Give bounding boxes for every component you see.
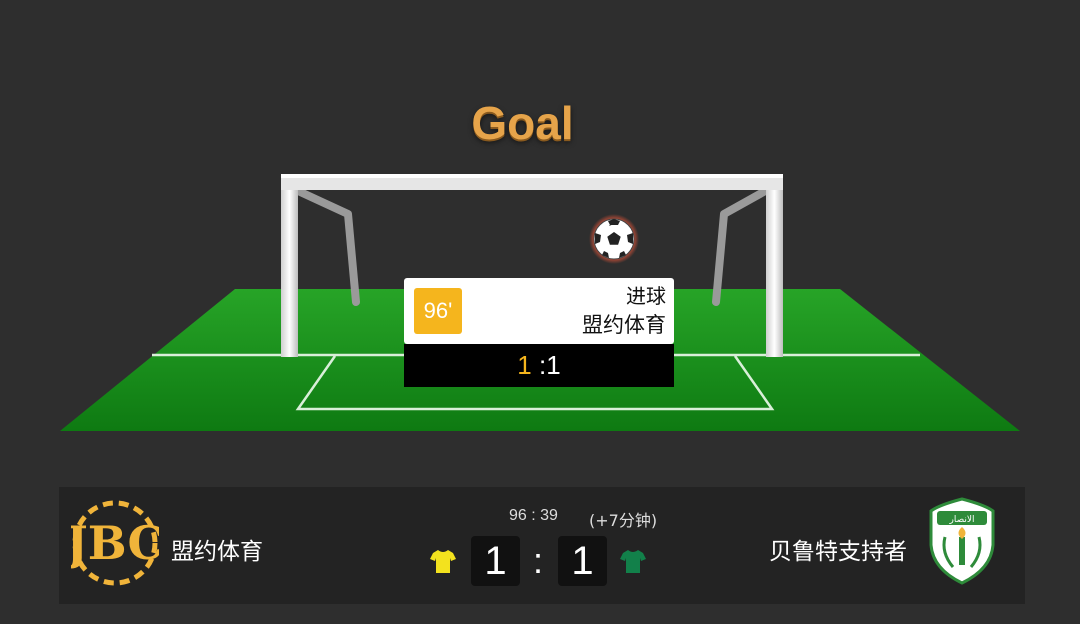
away-jersey-icon [620,550,646,573]
event-type-label: 进球 [626,284,666,308]
home-team-name: 盟约体育 [171,539,263,565]
goal-right-post [766,175,783,357]
home-jersey-icon [430,550,456,573]
event-home-score: 1 [517,350,532,380]
event-score-bar: 1 :1 [404,344,674,387]
scoreboard: JBC 盟约体育 96 : 39 (+7分钟) 1 : 1 贝鲁特支持者 الا… [59,487,1025,604]
match-clock: 96 : 39 [509,507,558,524]
home-team-logo: JBC [71,500,159,586]
goal-left-post [281,175,298,357]
score-separator: : [532,540,543,581]
pitch-and-goal [60,174,1020,431]
goal-animation-scene [0,0,1080,480]
goal-back-left [292,186,360,306]
home-score: 1 [471,536,520,586]
away-logo-text: الانصار [948,515,974,525]
goal-back-right [712,186,771,306]
away-team-name: 贝鲁特支持者 [769,539,907,565]
away-score: 1 [558,536,607,586]
away-team-logo: الانصار [929,497,995,585]
goal-banner-title: Goal [471,97,574,149]
event-card: 96' 进球 盟约体育 [404,278,674,344]
event-away-score: :1 [539,350,561,380]
soccer-ball-icon [589,214,639,264]
event-team-label: 盟约体育 [582,313,666,337]
event-minute-badge: 96' [414,288,462,334]
svg-text:JBC: JBC [71,516,159,570]
added-time: (+7分钟) [589,511,658,530]
